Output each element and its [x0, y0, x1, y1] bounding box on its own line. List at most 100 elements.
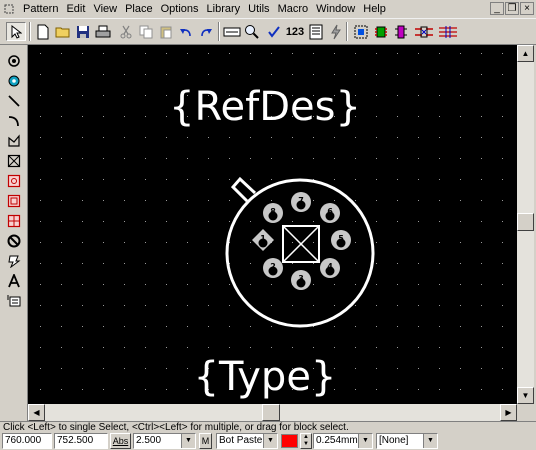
- select-tool-button[interactable]: [6, 22, 26, 41]
- pin-number: 4: [327, 262, 333, 271]
- netlist-button[interactable]: [413, 22, 435, 41]
- scroll-right-button[interactable]: ▶: [500, 404, 517, 421]
- place-keepout-button[interactable]: [4, 152, 24, 170]
- app-icon: [4, 4, 14, 14]
- line-width-select[interactable]: 0.254mm ▼: [313, 433, 373, 449]
- place-arc-button[interactable]: [4, 112, 24, 130]
- layer-value: Bot Paste: [219, 435, 263, 446]
- place-field-button[interactable]: [4, 292, 24, 310]
- chevron-down-icon: ▼: [181, 434, 195, 448]
- zoom-extents-button[interactable]: [222, 22, 242, 41]
- flash-button[interactable]: [326, 22, 346, 41]
- place-plane-button[interactable]: [4, 192, 24, 210]
- pin-4[interactable]: 4: [320, 258, 340, 278]
- close-button[interactable]: ×: [520, 2, 534, 15]
- horizontal-scrollbar[interactable]: ◀ ▶: [28, 404, 517, 421]
- refdes-label[interactable]: {RefDes}: [169, 84, 361, 130]
- place-prohibit-button[interactable]: [4, 232, 24, 250]
- drc-check-button[interactable]: [264, 22, 284, 41]
- grid-select[interactable]: 2.500 ▼: [133, 433, 196, 449]
- minimize-button[interactable]: _: [490, 2, 504, 15]
- place-copper-pour-button[interactable]: [4, 172, 24, 190]
- main-toolbar: 123: [0, 19, 536, 45]
- text-icon: [8, 274, 20, 288]
- menu-item-pattern[interactable]: Pattern: [19, 0, 62, 18]
- pin-6[interactable]: 6: [320, 203, 340, 223]
- placement-toolbar: [0, 45, 28, 421]
- pin-3[interactable]: 3: [291, 270, 311, 290]
- save-button[interactable]: [73, 22, 93, 41]
- layer-color-swatch[interactable]: [281, 434, 298, 448]
- pin-number: 7: [298, 196, 304, 205]
- undo-button[interactable]: [176, 22, 196, 41]
- place-cutout-button[interactable]: [4, 212, 24, 230]
- pin-5[interactable]: 5: [331, 230, 351, 250]
- vertical-scroll-thumb[interactable]: [517, 213, 534, 231]
- type-label[interactable]: {Type}: [194, 354, 337, 400]
- pin-1[interactable]: 1: [252, 229, 274, 251]
- symbol-button[interactable]: [391, 22, 411, 41]
- toolbar-separator: [29, 22, 31, 41]
- place-via-button[interactable]: [4, 72, 24, 90]
- report-icon: [309, 24, 323, 39]
- scroll-left-button[interactable]: ◀: [28, 404, 45, 421]
- place-text-button[interactable]: [4, 272, 24, 290]
- via-icon: [8, 75, 20, 87]
- restore-button[interactable]: ❐: [505, 2, 519, 15]
- vertical-scrollbar[interactable]: ▲ ▼: [517, 45, 534, 404]
- cut-button[interactable]: [116, 22, 136, 41]
- place-pad-button[interactable]: [4, 52, 24, 70]
- menu-item-view[interactable]: View: [89, 0, 121, 18]
- new-file-button[interactable]: [33, 22, 53, 41]
- place-attribute-button[interactable]: [4, 252, 24, 270]
- zoom-button[interactable]: [242, 22, 262, 41]
- arrow-cursor-icon: [11, 24, 22, 39]
- width-spinner[interactable]: ▲ ▼: [300, 433, 312, 449]
- component-button[interactable]: [371, 22, 391, 41]
- menu-item-utils[interactable]: Utils: [244, 0, 273, 18]
- open-file-button[interactable]: [53, 22, 73, 41]
- pattern-canvas[interactable]: {RefDes} 1 2 3 4 5 6 7 8 {Type}: [28, 45, 517, 404]
- scroll-down-button[interactable]: ▼: [517, 387, 534, 404]
- save-icon: [77, 25, 89, 38]
- horizontal-scroll-thumb[interactable]: [262, 404, 280, 421]
- layer-select[interactable]: Bot Paste ▼: [216, 433, 278, 449]
- bus-icon: [439, 25, 457, 38]
- menu-item-options[interactable]: Options: [157, 0, 203, 18]
- keepout-icon: [7, 154, 21, 168]
- arc-icon: [8, 116, 19, 127]
- units-toggle-button[interactable]: M: [199, 433, 212, 449]
- pin-8[interactable]: 8: [263, 203, 283, 223]
- net-value: [None]: [379, 435, 409, 446]
- print-button[interactable]: [93, 22, 113, 41]
- pin-7[interactable]: 7: [291, 192, 311, 212]
- absolute-toggle-button[interactable]: Abs: [110, 433, 131, 449]
- place-polygon-button[interactable]: [4, 132, 24, 150]
- pin-2[interactable]: 2: [263, 258, 283, 278]
- scroll-up-button[interactable]: ▲: [517, 45, 534, 62]
- line-width-value: 0.254mm: [316, 435, 358, 446]
- menu-item-macro[interactable]: Macro: [274, 0, 313, 18]
- place-line-button[interactable]: [4, 92, 24, 110]
- netlist-icon: [415, 26, 433, 37]
- menu-item-library[interactable]: Library: [203, 0, 245, 18]
- net-select[interactable]: [None] ▼: [376, 433, 438, 449]
- menu-item-place[interactable]: Place: [121, 0, 157, 18]
- menu-item-help[interactable]: Help: [359, 0, 390, 18]
- redo-button[interactable]: [196, 22, 216, 41]
- copy-button[interactable]: [136, 22, 156, 41]
- paste-button[interactable]: [156, 22, 176, 41]
- magnifier-icon: [245, 24, 259, 39]
- y-coordinate-field[interactable]: 752.500: [54, 433, 108, 449]
- renumber-button[interactable]: 123: [284, 22, 306, 41]
- menu-item-edit[interactable]: Edit: [62, 0, 89, 18]
- menu-item-window[interactable]: Window: [312, 0, 359, 18]
- menu-bar: Pattern Edit View Place Options Library …: [0, 0, 536, 19]
- bus-button[interactable]: [437, 22, 459, 41]
- pin-group: 1 2 3 4 5 6 7 8: [252, 192, 351, 290]
- x-coordinate-field[interactable]: 760.000: [2, 433, 52, 449]
- attribute-icon: [8, 255, 21, 268]
- pad-stack-button[interactable]: [351, 22, 371, 41]
- report-button[interactable]: [306, 22, 326, 41]
- chevron-down-icon: ▼: [423, 434, 437, 448]
